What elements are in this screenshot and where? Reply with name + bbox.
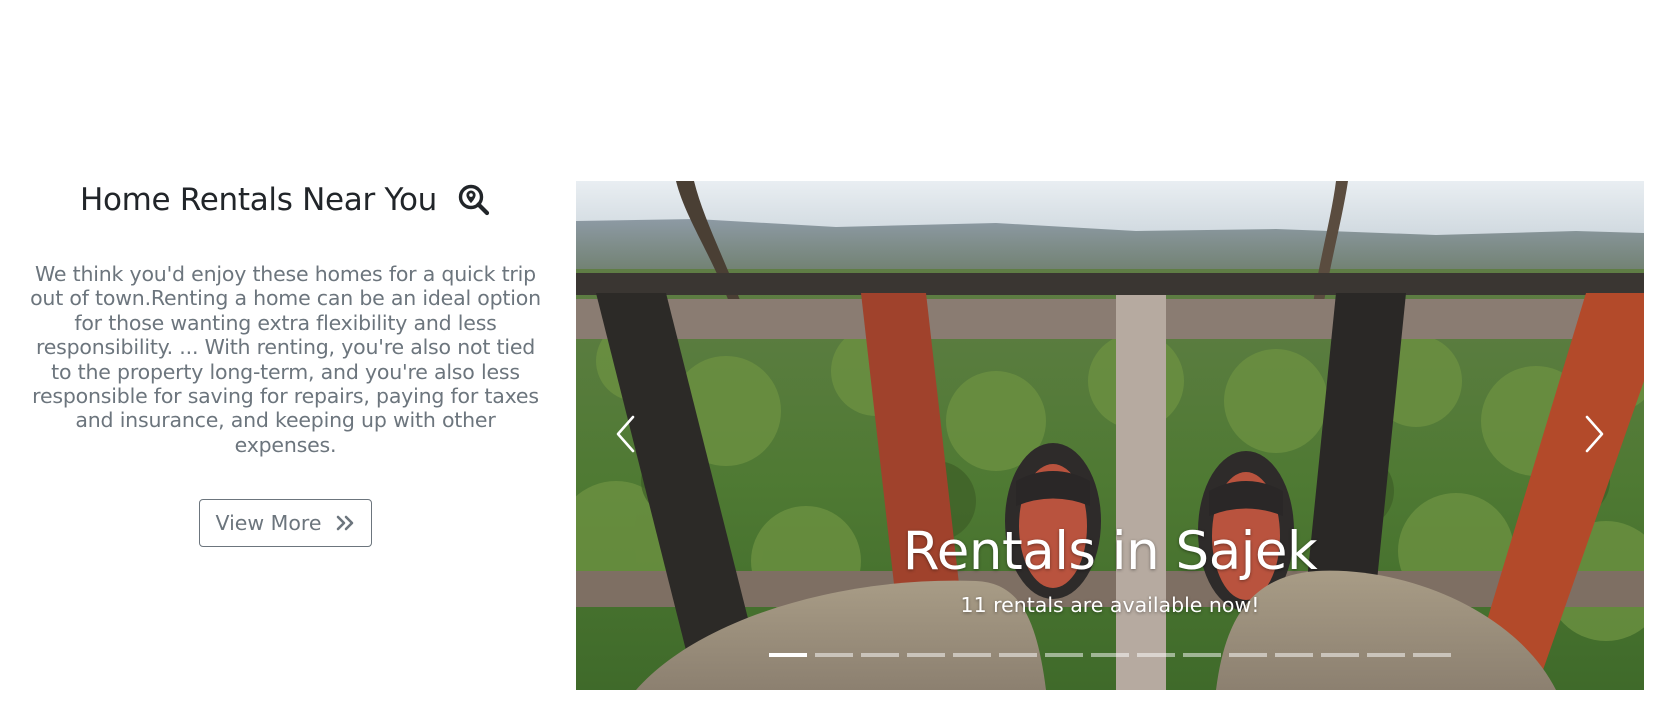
carousel-indicator[interactable] [769,653,807,657]
slide-subtitle: 11 rentals are available now! [960,593,1260,617]
carousel-indicator[interactable] [1275,653,1313,657]
carousel-indicator[interactable] [1321,653,1359,657]
carousel-indicator[interactable] [1137,653,1175,657]
carousel-indicator[interactable] [1183,653,1221,657]
carousel-indicator[interactable] [907,653,945,657]
carousel-indicators [576,653,1644,657]
carousel-prev-button[interactable] [576,361,676,511]
carousel-indicator[interactable] [953,653,991,657]
rentals-carousel: Rentals in Sajek 11 rentals are availabl… [576,181,1644,690]
carousel-indicator[interactable] [1045,653,1083,657]
chevron-left-icon [613,414,639,458]
slide-caption: Rentals in Sajek 11 rentals are availabl… [576,521,1644,617]
carousel-next-button[interactable] [1544,361,1644,511]
double-chevron-right-icon [335,513,355,533]
carousel-indicator[interactable] [999,653,1037,657]
intro-heading: Home Rentals Near You [28,180,543,220]
carousel-indicator[interactable] [861,653,899,657]
intro-description: We think you'd enjoy these homes for a q… [30,262,541,457]
intro-section: Home Rentals Near You We think you'd enj… [28,180,543,548]
slide-title: Rentals in Sajek [902,521,1318,582]
carousel-indicator[interactable] [1413,653,1451,657]
view-more-label: View More [215,511,322,536]
carousel-indicator[interactable] [1367,653,1405,657]
carousel-indicator[interactable] [815,653,853,657]
view-more-button[interactable]: View More [198,499,373,548]
carousel-indicator[interactable] [1229,653,1267,657]
intro-title: Home Rentals Near You [79,182,438,218]
search-location-icon [457,183,491,217]
chevron-right-icon [1581,414,1607,458]
carousel-indicator[interactable] [1091,653,1129,657]
